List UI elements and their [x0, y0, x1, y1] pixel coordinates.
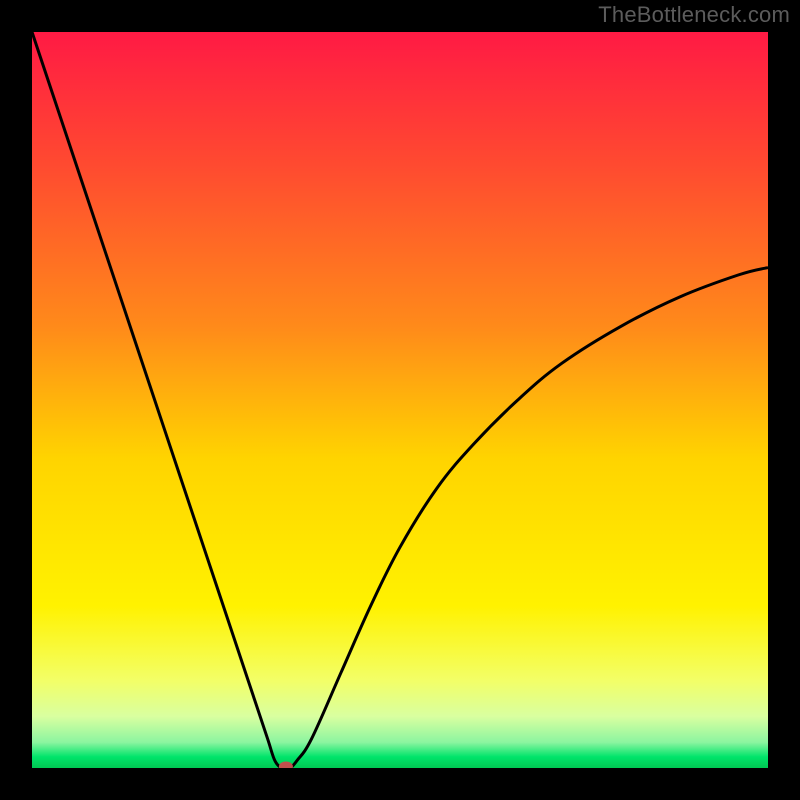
chart-plot-area — [32, 32, 768, 768]
chart-frame: TheBottleneck.com — [0, 0, 800, 800]
watermark-text: TheBottleneck.com — [598, 2, 790, 28]
chart-svg — [32, 32, 768, 768]
gradient-background — [32, 32, 768, 768]
